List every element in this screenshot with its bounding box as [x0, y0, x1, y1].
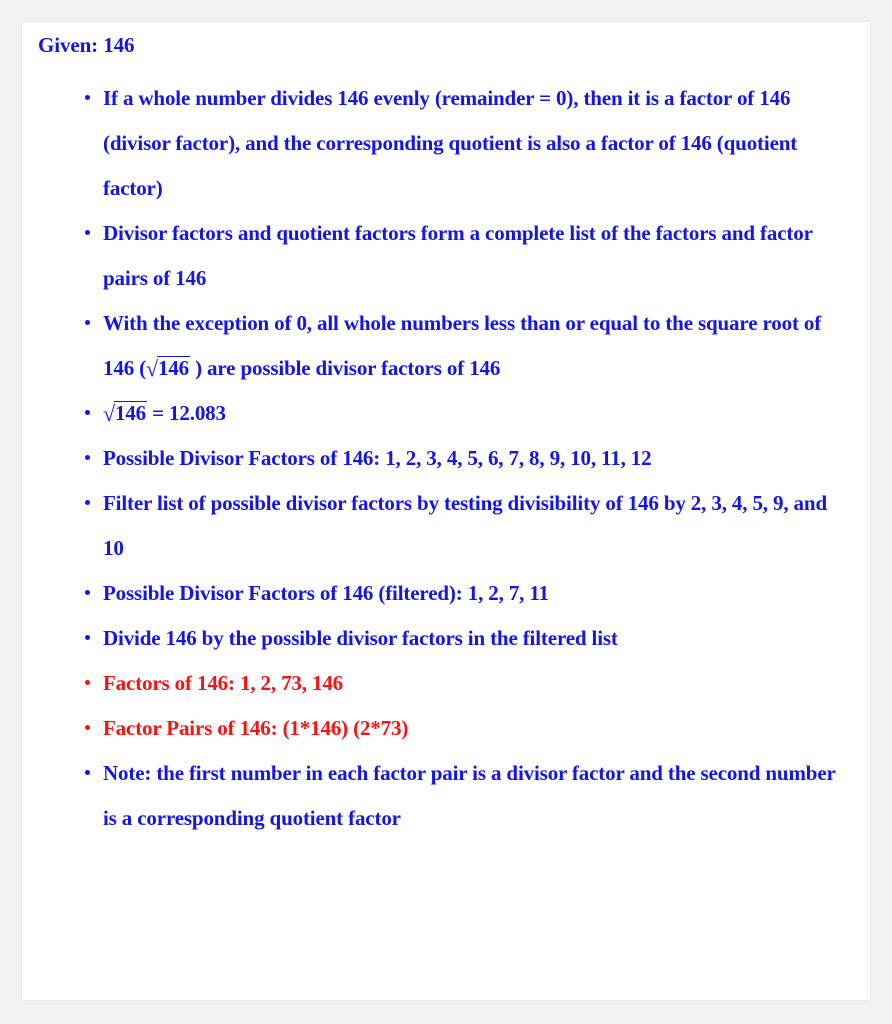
- list-item: Divide 146 by the possible divisor facto…: [82, 616, 843, 661]
- list-item-label: Divisor factors and quotient factors for…: [103, 221, 813, 290]
- bullet-dot-icon: [85, 95, 90, 100]
- given-label: Given: 146: [38, 33, 135, 57]
- list-item-label: Divide 146 by the possible divisor facto…: [103, 626, 618, 650]
- factor-steps-list: If a whole number divides 146 evenly (re…: [82, 76, 870, 841]
- list-item-label: Possible Divisor Factors of 146 (filtere…: [103, 581, 549, 605]
- list-item: Factor Pairs of 146: (1*146) (2*73): [82, 706, 843, 751]
- list-item-label: Factors of 146: 1, 2, 73, 146: [103, 671, 344, 695]
- bullet-dot-icon: [85, 590, 90, 595]
- square-root-icon: √146: [103, 391, 147, 436]
- list-item: Note: the first number in each factor pa…: [82, 751, 843, 841]
- bullet-dot-icon: [85, 320, 90, 325]
- list-item-label: Note: the first number in each factor pa…: [103, 761, 836, 830]
- bullet-dot-icon: [85, 770, 90, 775]
- list-item-label: Factor Pairs of 146: (1*146) (2*73): [103, 716, 409, 740]
- list-item: √146 = 12.083: [82, 391, 843, 436]
- list-item: Filter list of possible divisor factors …: [82, 481, 843, 571]
- list-item: Possible Divisor Factors of 146: 1, 2, 3…: [82, 436, 843, 481]
- bullet-dot-icon: [85, 230, 90, 235]
- radicand-label: 146: [113, 401, 147, 425]
- bullet-dot-icon: [85, 455, 90, 460]
- bullet-dot-icon: [85, 635, 90, 640]
- radicand-label: 146: [156, 356, 190, 380]
- list-item: Factors of 146: 1, 2, 73, 146: [82, 661, 843, 706]
- list-item-label: Filter list of possible divisor factors …: [103, 491, 827, 560]
- list-item: Divisor factors and quotient factors for…: [82, 211, 843, 301]
- list-item-label: √146 = 12.083: [103, 391, 843, 436]
- list-item: With the exception of 0, all whole numbe…: [82, 301, 843, 391]
- list-item-label: If a whole number divides 146 evenly (re…: [103, 86, 798, 200]
- square-root-icon: √146: [146, 346, 190, 391]
- list-item: If a whole number divides 146 evenly (re…: [82, 76, 843, 211]
- bullet-dot-icon: [85, 410, 90, 415]
- list-item-label: With the exception of 0, all whole numbe…: [103, 301, 843, 391]
- list-item-label: Possible Divisor Factors of 146: 1, 2, 3…: [103, 446, 652, 470]
- bullet-dot-icon: [85, 725, 90, 730]
- list-item: Possible Divisor Factors of 146 (filtere…: [82, 571, 843, 616]
- bullet-dot-icon: [85, 500, 90, 505]
- bullet-dot-icon: [85, 680, 90, 685]
- content-card: Given: 146 If a whole number divides 146…: [22, 22, 870, 1000]
